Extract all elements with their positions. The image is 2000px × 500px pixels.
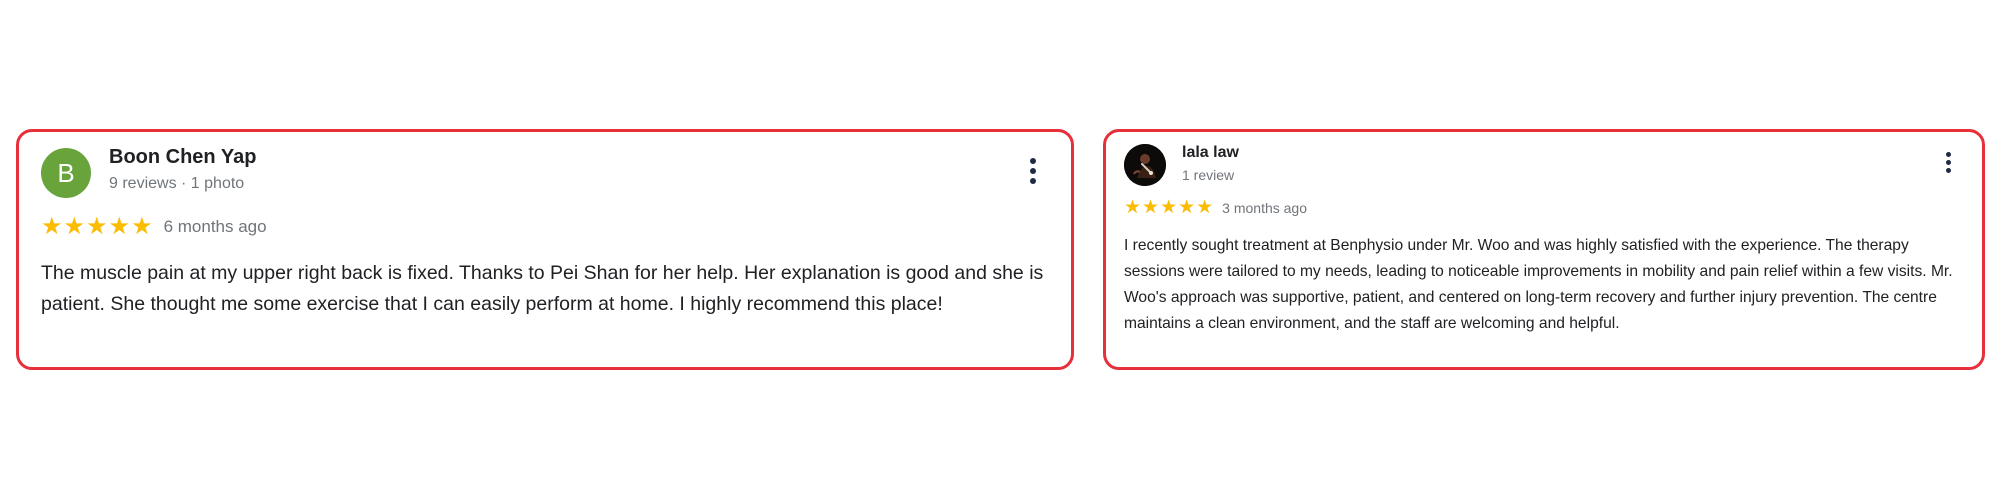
reviewer-name[interactable]: Boon Chen Yap	[109, 146, 256, 169]
reviewer-meta: 1 review	[1182, 167, 1235, 183]
reviewer-name[interactable]: lala law	[1182, 144, 1239, 162]
more-options-icon[interactable]	[1027, 158, 1039, 184]
review-text: The muscle pain at my upper right back i…	[41, 262, 1044, 315]
star-rating-icon: ★★★★★	[41, 213, 154, 240]
rating-row: ★★★★★ 6 months ago	[41, 212, 267, 241]
more-options-icon[interactable]	[1942, 152, 1954, 173]
avatar-letter: B	[57, 157, 75, 188]
review-date: 3 months ago	[1222, 199, 1308, 216]
review-card: lala law 1 review ★★★★★ 3 months ago I r…	[1103, 129, 1985, 370]
reviewer-meta: 9 reviews · 1 photo	[109, 175, 245, 192]
profile-photo-icon	[1124, 144, 1166, 186]
avatar[interactable]	[1124, 144, 1166, 186]
review-card: B Boon Chen Yap 9 reviews · 1 photo ★★★★…	[16, 129, 1074, 370]
rating-row: ★★★★★ 3 months ago	[1124, 196, 1307, 219]
review-date: 6 months ago	[163, 216, 267, 236]
avatar[interactable]: B	[41, 148, 91, 198]
review-text: I recently sought treatment at Benphysio…	[1124, 237, 1953, 332]
star-rating-icon: ★★★★★	[1124, 197, 1215, 218]
